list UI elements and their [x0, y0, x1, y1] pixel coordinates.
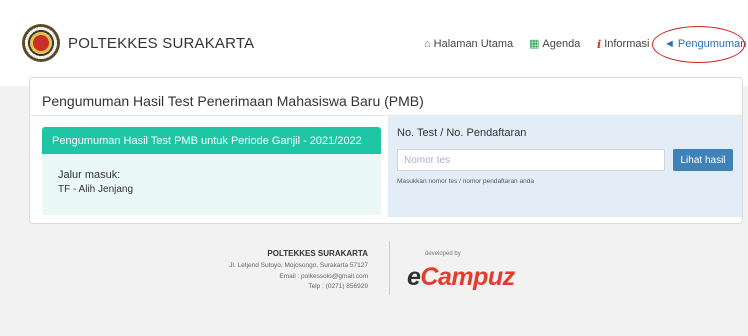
- footer-divider: [389, 241, 390, 295]
- nav-agenda[interactable]: ▦ Agenda: [529, 38, 580, 50]
- nav-informasi[interactable]: i Informasi: [597, 38, 649, 50]
- search-label: No. Test / No. Pendaftaran: [397, 127, 527, 139]
- home-icon: ⌂: [424, 37, 431, 50]
- ecampuz-name: Campuz: [420, 263, 515, 291]
- search-panel: No. Test / No. Pendaftaran Lihat hasil M…: [388, 116, 742, 217]
- footer-email: Email : polkessolo@gmail.com: [279, 273, 368, 280]
- search-hint: Masukkan nomor tes / nomor pendaftaran a…: [397, 178, 534, 185]
- logo-icon[interactable]: [22, 24, 60, 62]
- nav-halaman-utama[interactable]: ⌂ Halaman Utama: [424, 38, 513, 50]
- brand-name[interactable]: POLTEKKES SURAKARTA: [68, 35, 254, 52]
- lihat-hasil-button[interactable]: Lihat hasil: [673, 149, 733, 171]
- top-navbar: POLTEKKES SURAKARTA ⌂ Halaman Utama ▦ Ag…: [0, 0, 748, 86]
- highlight-circle: [652, 26, 745, 63]
- footer-name: POLTEKKES SURAKARTA: [267, 249, 368, 258]
- footer-phone: Telp : (0271) 856929: [308, 283, 368, 290]
- info-icon: i: [597, 37, 602, 51]
- jalur-value: TF - Alih Jenjang: [58, 184, 134, 195]
- page-title: Pengumuman Hasil Test Penerimaan Mahasis…: [42, 93, 424, 109]
- ecampuz-e: e: [407, 263, 421, 291]
- nav-label: Informasi: [604, 38, 650, 50]
- ecampuz-logo[interactable]: eCampuz: [407, 263, 515, 292]
- test-number-input[interactable]: [397, 149, 665, 171]
- calendar-icon: ▦: [529, 37, 540, 50]
- nav-label: Halaman Utama: [433, 38, 514, 50]
- footer-address: Jl. Letjend Sutoyo, Mojosongo, Surakarta…: [229, 262, 368, 269]
- nav-label: Agenda: [542, 38, 581, 50]
- announcement-card: Pengumuman Hasil Test Penerimaan Mahasis…: [29, 77, 743, 224]
- period-heading: Pengumuman Hasil Test PMB untuk Periode …: [42, 127, 381, 154]
- period-panel: Pengumuman Hasil Test PMB untuk Periode …: [42, 127, 381, 215]
- jalur-label: Jalur masuk:: [58, 169, 121, 181]
- developed-by-label: developed by: [425, 251, 461, 257]
